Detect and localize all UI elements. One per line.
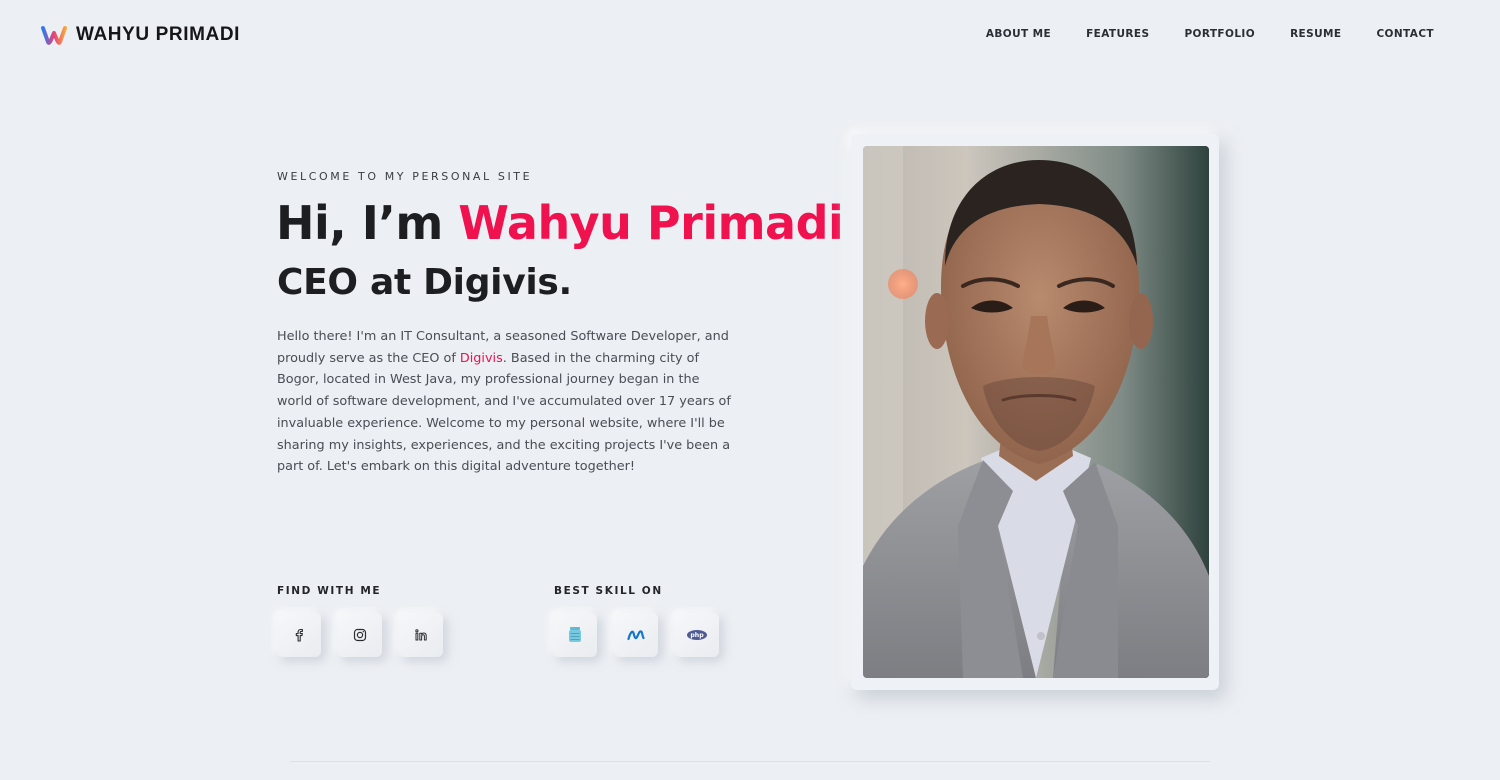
instagram-icon [353, 628, 367, 642]
main-nav: ABOUT ME FEATURES PORTFOLIO RESUME CONTA… [951, 28, 1434, 40]
brand-name: WAHYU PRIMADI [76, 24, 241, 45]
bio-text-end: . Based in the charming city of Bogor, l… [277, 350, 731, 475]
database-icon [569, 627, 581, 642]
portrait-illustration [863, 146, 1209, 678]
nav-resume[interactable]: RESUME [1290, 28, 1341, 40]
find-with-me-label: FIND WITH ME [277, 585, 382, 597]
skill-dotnet [614, 613, 658, 657]
nav-portfolio[interactable]: PORTFOLIO [1184, 28, 1255, 40]
portrait-card [851, 134, 1219, 690]
best-skill-label: BEST SKILL ON [554, 585, 663, 597]
skill-database [553, 613, 597, 657]
dotnet-icon [627, 630, 645, 641]
greeting-text: Hi, I’m [276, 196, 459, 250]
hero-headline: Hi, I’m Wahyu Primadi [276, 196, 844, 250]
welcome-text: WELCOME TO MY PERSONAL SITE [277, 170, 533, 183]
skill-icons: php [553, 613, 719, 657]
skill-php: php [675, 613, 719, 657]
site-header: WAHYU PRIMADI ABOUT ME FEATURES PORTFOLI… [0, 0, 1500, 70]
portrait-photo [863, 146, 1209, 678]
nav-features[interactable]: FEATURES [1086, 28, 1149, 40]
linkedin-icon [415, 629, 427, 641]
facebook-button[interactable] [277, 613, 321, 657]
section-divider [290, 761, 1210, 762]
hero-bio: Hello there! I'm an IT Consultant, a sea… [277, 326, 732, 478]
brand-logo[interactable]: WAHYU PRIMADI [40, 22, 240, 48]
w-logo-icon [41, 26, 67, 45]
social-links [277, 613, 443, 657]
digivis-link[interactable]: Digivis [460, 351, 503, 366]
linkedin-button[interactable] [399, 613, 443, 657]
facebook-icon [295, 628, 303, 642]
instagram-button[interactable] [338, 613, 382, 657]
nav-contact[interactable]: CONTACT [1376, 28, 1434, 40]
hero-subtitle: CEO at Digivis. [277, 262, 572, 303]
php-icon: php [687, 630, 707, 640]
svg-text:php: php [690, 632, 704, 639]
nav-about-me[interactable]: ABOUT ME [986, 28, 1051, 40]
hero-name: Wahyu Primadi [458, 196, 844, 250]
